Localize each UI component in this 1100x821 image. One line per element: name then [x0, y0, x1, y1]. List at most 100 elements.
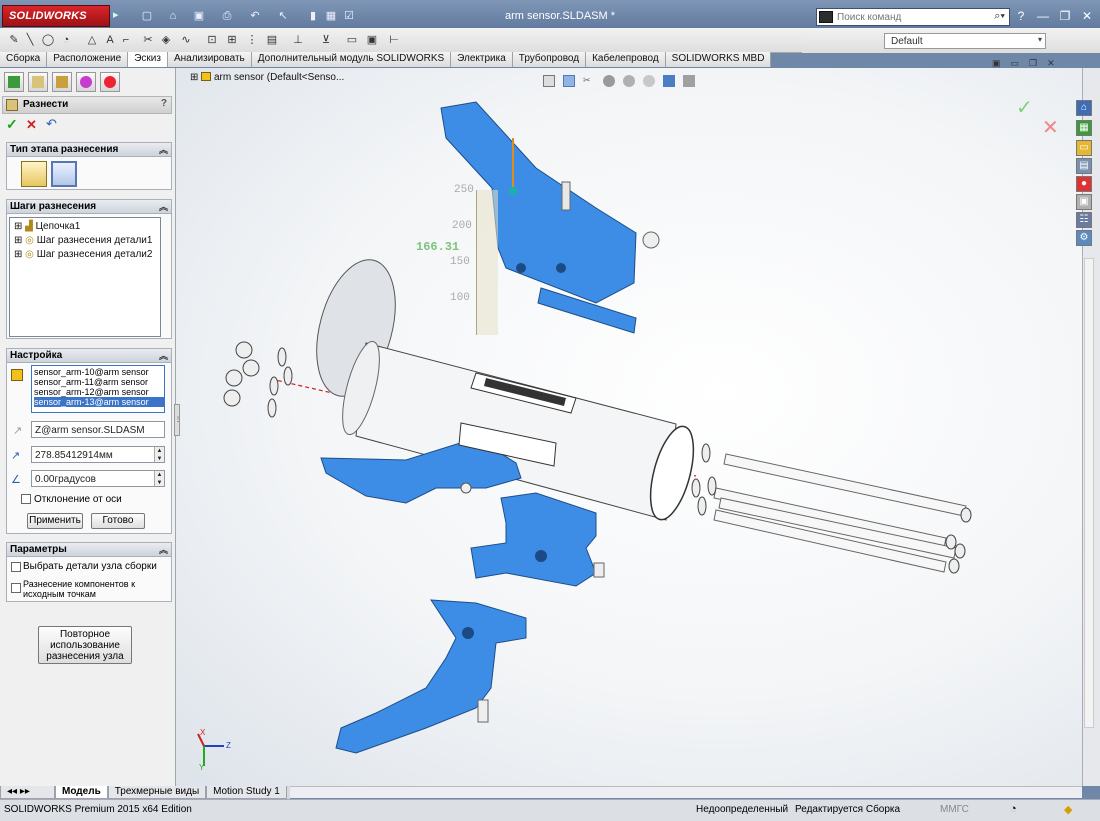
quick-snaps-icon[interactable]: ▭ — [344, 32, 360, 48]
group-header[interactable]: Параметры ︽ — [7, 543, 171, 557]
ok-button[interactable]: ✓ — [6, 116, 18, 133]
view-palette-icon[interactable]: ▤ — [1076, 158, 1092, 174]
components-list[interactable]: sensor_arm-10@arm sensor sensor_arm-11@a… — [31, 365, 165, 413]
display-manager-tab-icon[interactable] — [100, 72, 120, 92]
tab-sketch[interactable]: Эскиз — [128, 52, 168, 67]
tab-3d-views[interactable]: Трехмерные виды — [107, 786, 207, 799]
options-icon[interactable]: ☑ — [342, 9, 356, 23]
tab-electrical[interactable]: Электрика — [451, 52, 513, 67]
sketch-icon[interactable]: ✎ — [6, 32, 22, 48]
toolbox-icon[interactable]: ⚙ — [1076, 230, 1092, 246]
repair-icon[interactable]: ⊻ — [318, 32, 334, 48]
search-scope-icon[interactable] — [819, 11, 833, 23]
bottom-arm-part[interactable] — [335, 599, 527, 754]
select-icon[interactable]: ↖ — [276, 9, 290, 23]
viewport-min-icon[interactable]: ▭ — [1011, 58, 1020, 68]
tab-addins[interactable]: Дополнительный модуль SOLIDWORKS — [251, 52, 452, 67]
help-icon[interactable]: ? — [1014, 9, 1028, 23]
list-item[interactable]: sensor_arm-11@arm sensor — [34, 377, 164, 387]
new-document-icon[interactable]: ▢ — [140, 9, 154, 23]
rebuild-icon[interactable]: ▮ — [306, 9, 320, 23]
line-icon[interactable]: ╲ — [22, 32, 38, 48]
dim-xpert-tab-icon[interactable] — [76, 72, 96, 92]
drag-handle-center[interactable] — [509, 187, 517, 195]
instant2d-icon[interactable]: ⊢ — [386, 32, 402, 48]
search-input[interactable] — [837, 10, 987, 24]
tree-item[interactable]: ⊞ ▟ Цепочка1 — [14, 221, 80, 232]
configuration-select[interactable]: Default ▾ — [884, 33, 1046, 49]
spline-icon[interactable]: ∿ — [178, 32, 194, 48]
lower-block-part[interactable] — [470, 492, 605, 587]
minimize-button[interactable]: — — [1036, 9, 1050, 23]
text-icon[interactable]: A — [102, 32, 118, 48]
top-clamp-part[interactable] — [440, 101, 660, 334]
viewport-close-icon[interactable]: ✕ — [1047, 58, 1055, 68]
reuse-explode-button[interactable]: Повторное использование разнесения узла — [38, 626, 132, 664]
rotate-axis-checkbox[interactable] — [21, 494, 31, 504]
move-icon[interactable]: ▤ — [264, 32, 280, 48]
appearances-icon[interactable]: ● — [1076, 176, 1092, 192]
group-header[interactable]: Шаги разнесения ︽ — [7, 200, 171, 214]
feature-manager-tab-icon[interactable] — [4, 72, 24, 92]
status-units[interactable]: ММГС — [940, 804, 969, 815]
group-header[interactable]: Тип этапа разнесения ︽ — [7, 143, 171, 157]
angle-field[interactable]: 0.00градусов ▲ ▼ — [31, 470, 165, 487]
list-item[interactable]: sensor_arm-13@arm sensor — [34, 397, 164, 407]
direction-field[interactable]: Z@arm sensor.SLDASM — [31, 421, 165, 438]
distance-field[interactable]: 278.85412914мм ▲ ▼ — [31, 446, 165, 463]
collapse-icon[interactable]: ︽ — [159, 349, 168, 362]
command-search[interactable]: ⌕▾ — [816, 8, 1010, 26]
circle-icon[interactable]: ◯ — [40, 32, 56, 48]
tab-piping[interactable]: Трубопровод — [512, 52, 587, 67]
apply-button[interactable]: Применить — [27, 513, 83, 529]
resources-icon[interactable]: ⌂ — [1076, 100, 1092, 116]
tree-item[interactable]: ⊞ ◎ Шаг разнесения детали1 — [14, 235, 152, 246]
viewport-restore-icon[interactable]: ❐ — [1029, 58, 1037, 68]
arc-icon[interactable]: ◔ — [58, 32, 74, 48]
tab-mbd[interactable]: SOLIDWORKS MBD — [665, 52, 772, 67]
select-subassembly-checkbox[interactable] — [11, 562, 21, 572]
guide-rods[interactable] — [713, 453, 967, 573]
collapse-icon[interactable]: ︽ — [159, 200, 168, 213]
horizontal-scrollbar[interactable] — [176, 786, 1082, 798]
tree-item[interactable]: ⊞ ◎ Шаг разнесения детали2 — [14, 249, 152, 260]
point-icon[interactable]: ⌐ — [118, 32, 134, 48]
tab-scroll-arrows[interactable]: ◂◂ ▸▸ — [0, 786, 55, 799]
tab-assembly[interactable]: Сборка — [0, 52, 48, 67]
expand-icon[interactable]: ⊞ — [14, 249, 22, 260]
custom-properties-icon[interactable]: ▣ — [1076, 194, 1092, 210]
group-header[interactable]: Настройка ︽ — [7, 349, 171, 363]
expand-icon[interactable]: ⊞ — [14, 221, 22, 232]
exploded-assembly-model[interactable] — [176, 68, 1082, 786]
polygon-icon[interactable]: △ — [84, 32, 100, 48]
property-manager-tab-icon[interactable] — [28, 72, 48, 92]
tab-conduit[interactable]: Кабелепровод — [586, 52, 666, 67]
offset-icon[interactable]: ◈ — [158, 32, 174, 48]
mirror-icon[interactable]: ⊞ — [224, 32, 240, 48]
open-icon[interactable]: ⌂ — [166, 9, 180, 23]
tab-model[interactable]: Модель — [55, 786, 108, 799]
angle-spinner[interactable]: ▲ ▼ — [154, 471, 164, 486]
file-properties-icon[interactable]: ▦ — [324, 9, 338, 23]
configuration-manager-tab-icon[interactable] — [52, 72, 72, 92]
undo-icon[interactable]: ↶ — [248, 9, 262, 23]
design-library-icon[interactable]: ▦ — [1076, 120, 1092, 136]
list-item[interactable]: sensor_arm-10@arm sensor — [34, 367, 164, 377]
rebuild-status-icon[interactable]: ◔ — [1010, 803, 1017, 815]
undo-button[interactable]: ↶ — [46, 116, 57, 132]
pattern-icon[interactable]: ⋮ — [244, 32, 260, 48]
file-explorer-icon[interactable]: ▭ — [1076, 140, 1092, 156]
trim-icon[interactable]: ✂ — [140, 32, 156, 48]
help-icon[interactable]: ? — [161, 98, 167, 109]
restore-button[interactable]: ❐ — [1058, 9, 1072, 23]
radial-step-icon[interactable] — [51, 161, 77, 187]
done-button[interactable]: Готово — [91, 513, 145, 529]
collapse-icon[interactable]: ︽ — [159, 143, 168, 156]
pin-icon[interactable]: ▸ — [113, 8, 123, 24]
regular-step-icon[interactable] — [21, 161, 47, 187]
solidworks-logo[interactable]: SOLIDWORKS — [2, 5, 110, 27]
list-item[interactable]: sensor_arm-12@arm sensor — [34, 387, 164, 397]
solidworks-forum-icon[interactable]: ☷ — [1076, 212, 1092, 228]
tab-evaluate[interactable]: Анализировать — [167, 52, 252, 67]
tab-motion-study[interactable]: Motion Study 1 — [206, 786, 287, 799]
